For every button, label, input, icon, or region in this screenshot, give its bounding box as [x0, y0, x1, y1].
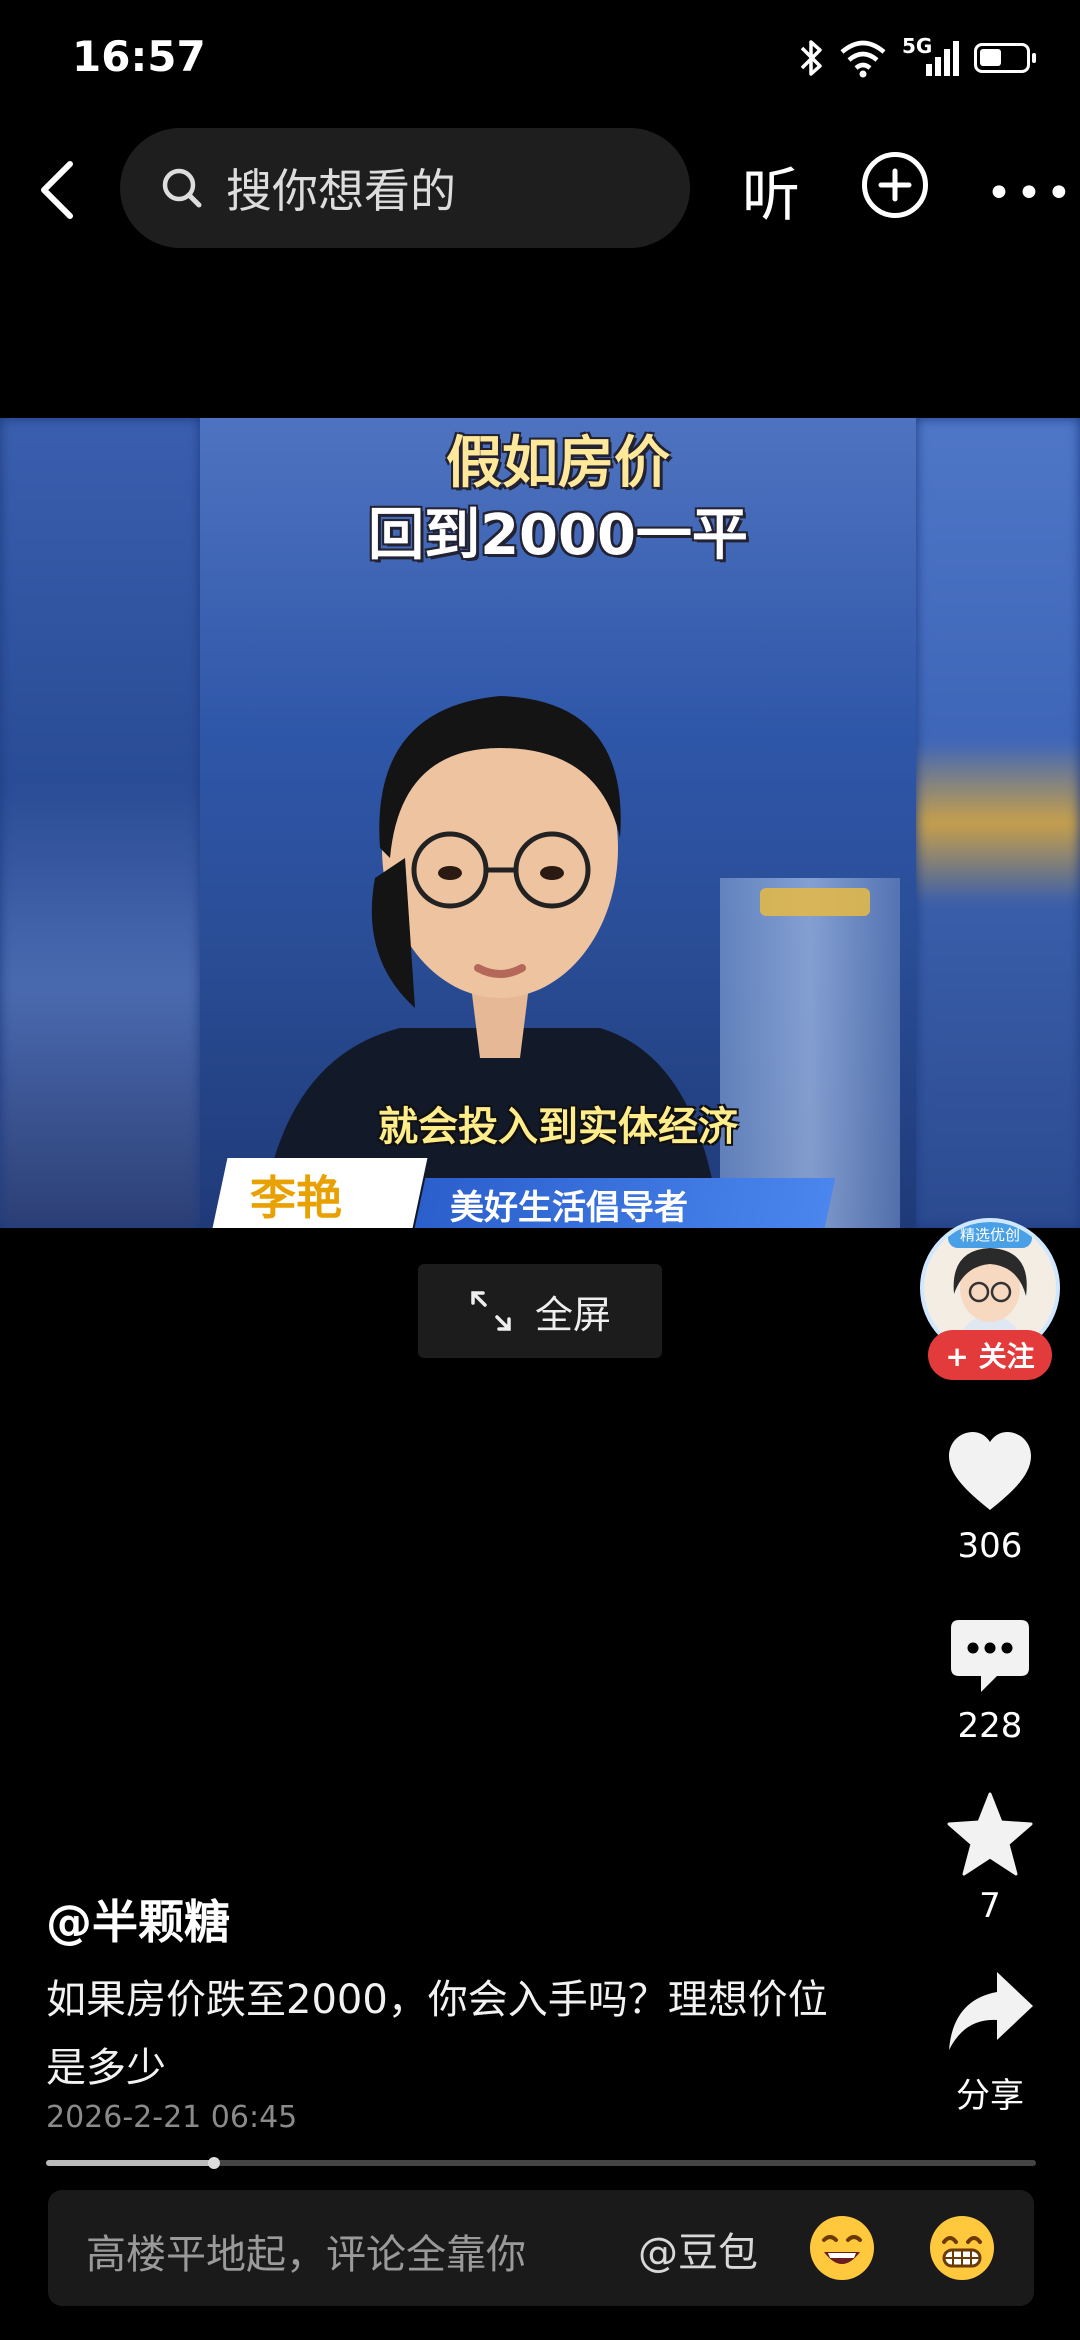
author-name[interactable]: @半颗糖	[46, 1886, 230, 1952]
comment-count: 228	[957, 1706, 1023, 1746]
fullscreen-button[interactable]: 全屏	[418, 1264, 662, 1358]
speaker-role: 美好生活倡导者	[450, 1188, 688, 1228]
video-player[interactable]: 假如房价 回到2000一平 就会投入到实体经济 李艳 美好生活倡导者	[0, 418, 1080, 1228]
laugh-emoji-icon[interactable]	[810, 2216, 874, 2280]
battery-level	[980, 49, 1001, 66]
video-caption-line1: 假如房价	[446, 431, 670, 496]
share-label[interactable]: 分享	[920, 2068, 1060, 2117]
grin-emoji-icon[interactable]	[930, 2216, 994, 2280]
like-count: 306	[957, 1526, 1023, 1566]
star-icon[interactable]	[945, 1790, 1035, 1880]
post-date: 2026-2-21 06:45	[46, 2100, 298, 2135]
search-input[interactable]: 搜你想看的	[226, 155, 456, 221]
listen-button[interactable]: 听	[742, 148, 800, 232]
search-bar[interactable]: 搜你想看的	[120, 128, 690, 248]
more-icon[interactable]: •••	[986, 168, 1076, 219]
video-blur-left	[0, 418, 200, 1228]
plus-circle-icon[interactable]	[862, 152, 928, 218]
favorite-count: 7	[979, 1886, 1001, 1926]
back-icon[interactable]	[28, 150, 88, 230]
heart-icon[interactable]	[945, 1428, 1035, 1518]
video-progress-knob[interactable]	[208, 2157, 221, 2169]
bluetooth-icon	[800, 40, 822, 76]
status-time: 16:57	[72, 32, 206, 81]
video-progress-fill	[46, 2160, 215, 2166]
comment-icon[interactable]	[945, 1612, 1035, 1702]
share-icon[interactable]	[945, 1966, 1035, 2056]
post-description: 如果房价跌至2000，你会入手吗？理想价位是多少	[46, 1977, 828, 2091]
speaker-name: 李艳	[250, 1171, 342, 1225]
follow-button[interactable]: + 关注	[928, 1330, 1052, 1380]
video-progress-bar[interactable]	[46, 2157, 1036, 2169]
video-blur-right	[916, 418, 1080, 1228]
status-bar: 16:57 5G	[0, 0, 1080, 110]
video-caption-line2: 回到2000一平	[368, 503, 748, 568]
mention-doubao-button[interactable]: @豆包	[638, 2220, 758, 2278]
fullscreen-icon	[471, 1291, 511, 1331]
signal-icon: 5G	[902, 34, 960, 78]
status-icons: 5G	[798, 34, 1036, 78]
comment-input[interactable]: 高楼平地起，评论全靠你	[86, 2222, 526, 2280]
wifi-icon	[840, 40, 886, 78]
video-frame: 假如房价 回到2000一平 就会投入到实体经济 李艳 美好生活倡导者	[200, 418, 916, 1228]
avatar-badge: 精选优创	[948, 1222, 1032, 1248]
fullscreen-label: 全屏	[534, 1292, 611, 1337]
video-subtitle: 就会投入到实体经济	[378, 1104, 738, 1150]
battery-icon	[974, 43, 1036, 73]
search-icon	[162, 168, 202, 208]
